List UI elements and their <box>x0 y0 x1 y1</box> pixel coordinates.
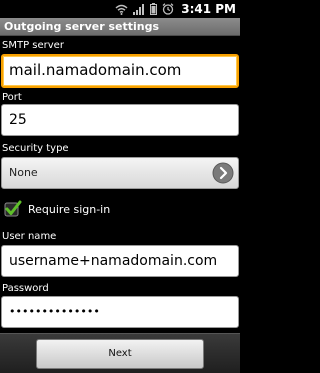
security-type-label: Security type <box>2 143 69 154</box>
signal-icon <box>133 0 145 19</box>
password-label: Password <box>2 283 49 294</box>
smtp-server-label: SMTP server <box>2 40 64 51</box>
security-type-select[interactable]: None <box>1 157 239 189</box>
require-signin-row[interactable]: Require sign-in <box>4 199 110 219</box>
password-field[interactable]: •••••••••••••• <box>1 296 239 328</box>
bottom-bar: Next <box>0 333 240 373</box>
smtp-server-field[interactable]: mail.namadomain.com <box>1 54 239 88</box>
chevron-right-icon <box>212 162 234 184</box>
require-signin-label: Require sign-in <box>28 202 111 216</box>
status-bar: 3:41 PM <box>0 0 240 18</box>
port-label: Port <box>2 92 22 103</box>
battery-icon <box>150 0 158 19</box>
alarm-icon <box>162 0 174 19</box>
next-button[interactable]: Next <box>36 339 204 369</box>
title-bar: Outgoing server settings <box>0 18 240 36</box>
security-type-value: None <box>9 166 38 179</box>
wifi-icon <box>115 0 128 19</box>
status-time: 3:41 PM <box>181 2 236 16</box>
page-title: Outgoing server settings <box>4 20 160 33</box>
username-label: User name <box>2 231 57 242</box>
require-signin-checkbox[interactable] <box>4 200 22 218</box>
username-field[interactable]: username+namadomain.com <box>1 245 239 277</box>
port-field[interactable]: 25 <box>1 104 239 136</box>
status-icons: 3:41 PM <box>115 0 236 18</box>
